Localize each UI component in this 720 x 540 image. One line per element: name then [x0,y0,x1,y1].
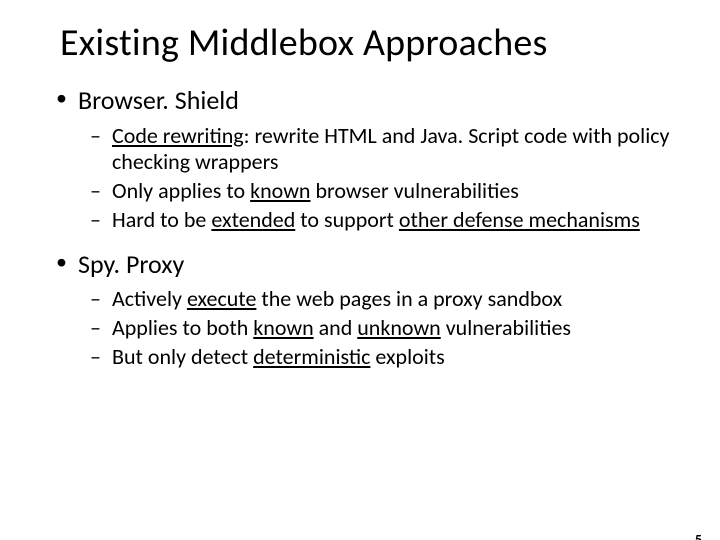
text: Only applies to [112,177,250,204]
sub-bullet-group: Code rewriting: rewrite HTML and Java. S… [50,123,670,234]
text: and [314,314,358,341]
underline-text: extended [211,206,295,233]
underline-text: known [253,314,313,341]
underline-text: unknown [357,314,440,341]
underline-text: known [250,177,310,204]
bullet-level2: Only applies to known browser vulnerabil… [90,178,670,205]
underline-text: Code rewriting [112,122,244,149]
slide-content: Browser. Shield Code rewriting: rewrite … [50,84,670,371]
sub-bullet-group: Actively execute the web pages in a prox… [50,286,670,370]
text: Actively [112,285,187,312]
text: to support [295,206,399,233]
bullet-level2: Applies to both known and unknown vulner… [90,315,670,342]
bullet-level2: Hard to be extended to support other def… [90,207,670,234]
text: browser vulnerabilities [311,177,519,204]
text: exploits [370,343,444,370]
text: vulnerabilities [441,314,571,341]
text: But only detect [112,343,253,370]
text: Hard to be [112,206,211,233]
bullet-level1: Browser. Shield [50,84,670,117]
bullet-level2: Code rewriting: rewrite HTML and Java. S… [90,123,670,177]
underline-text: other defense mechanisms [399,206,640,233]
page-number: 5 [695,531,702,540]
underline-text: deterministic [253,343,370,370]
bullet-level2: Actively execute the web pages in a prox… [90,286,670,313]
bullet-level2: But only detect deterministic exploits [90,344,670,371]
text: the web pages in a proxy sandbox [256,285,562,312]
bullet-level1: Spy. Proxy [50,248,670,281]
text: Applies to both [112,314,253,341]
slide-title: Existing Middlebox Approaches [60,20,720,66]
slide: Existing Middlebox Approaches Browser. S… [0,20,720,540]
underline-text: execute [187,285,256,312]
